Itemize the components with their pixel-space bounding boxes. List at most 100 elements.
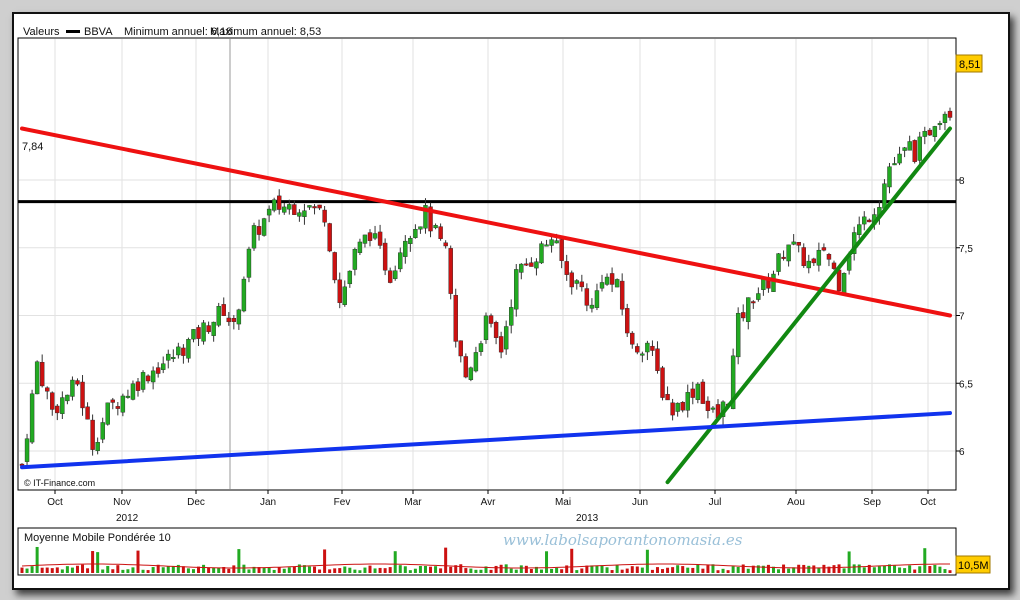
- volume-bar: [681, 566, 685, 573]
- candle-body: [524, 263, 529, 266]
- volume-bar: [434, 566, 438, 573]
- candle-body: [191, 329, 196, 340]
- candle-body: [166, 353, 171, 361]
- volume-bar: [943, 569, 947, 573]
- candle-body: [261, 218, 267, 236]
- x-tick-label: Mar: [404, 497, 422, 508]
- candle-body: [377, 231, 383, 246]
- candle-body: [887, 166, 892, 188]
- candle-body: [690, 388, 695, 398]
- candle-body: [372, 233, 378, 239]
- candle-body: [670, 402, 675, 416]
- volume-bar: [131, 567, 135, 573]
- volume-bar: [807, 565, 811, 573]
- candle-body: [95, 442, 100, 451]
- volume-bar: [423, 565, 427, 573]
- candle-body: [418, 226, 423, 230]
- candle-body: [216, 306, 221, 326]
- candle-body: [660, 367, 665, 398]
- volume-bar: [146, 570, 150, 573]
- volume-bar: [766, 564, 770, 573]
- header-values-label: Valeurs: [23, 26, 60, 38]
- candle-body: [640, 353, 645, 356]
- volume-bar: [575, 570, 579, 573]
- candle-body: [917, 136, 922, 161]
- candle-body: [559, 239, 564, 261]
- candle-body: [549, 239, 554, 246]
- volume-bar: [691, 567, 695, 573]
- volume-bar: [408, 570, 412, 573]
- volume-bar: [524, 565, 528, 573]
- candle-body: [771, 273, 776, 292]
- candle-body: [539, 243, 544, 264]
- candle-body: [201, 322, 206, 342]
- candle-body: [614, 279, 620, 288]
- x-tick-label: Jun: [632, 497, 648, 508]
- candle-body: [155, 367, 161, 374]
- volume-bar: [666, 567, 670, 573]
- volume-bar: [282, 568, 286, 573]
- volume-bar: [494, 565, 498, 573]
- volume-bar: [464, 568, 468, 573]
- volume-bar: [837, 564, 841, 573]
- volume-bar: [787, 568, 791, 573]
- y-tick-label: 6: [959, 447, 965, 458]
- volume-bar: [313, 566, 317, 573]
- candle-body: [836, 269, 842, 291]
- candle-body: [342, 286, 347, 305]
- candle-body: [317, 204, 322, 209]
- x-tick-label: Sep: [863, 497, 881, 508]
- volume-bar: [893, 565, 897, 573]
- candle-body: [741, 312, 746, 319]
- candle-body: [256, 226, 262, 235]
- candle-body: [529, 262, 534, 267]
- volume-bar: [832, 565, 836, 573]
- candle-body: [443, 242, 448, 247]
- volume-bar: [736, 567, 740, 573]
- candle-body: [34, 361, 40, 395]
- volume-bar: [40, 567, 44, 573]
- volume-bar: [378, 567, 382, 573]
- resistance-value-label: 7,84: [22, 141, 43, 153]
- volume-value-label: 10,5M: [958, 560, 989, 572]
- volume-bar: [186, 568, 190, 573]
- volume-bar: [429, 566, 433, 573]
- candle-body: [277, 195, 282, 210]
- volume-bar: [101, 569, 105, 573]
- volume-bar: [847, 551, 851, 573]
- candle-body: [39, 362, 45, 387]
- candle-body: [942, 113, 948, 123]
- candle-body: [186, 339, 191, 359]
- volume-bar: [111, 569, 115, 573]
- y-axis: 6 6,5 7 7,5 8: [956, 176, 973, 458]
- volume-bar: [287, 567, 291, 573]
- candle-body: [791, 241, 796, 245]
- x-tick-label: Dec: [187, 497, 205, 508]
- x-tick-label: Oct: [47, 497, 63, 508]
- volume-bar: [539, 569, 543, 573]
- candle-body: [408, 238, 413, 244]
- volume-bar: [106, 565, 110, 573]
- volume-bar: [277, 566, 281, 573]
- x-axis: Oct Nov Dec Jan Fev Mar Avr Mai Jun Jul Aou Sep Oct: [47, 490, 936, 508]
- volume-bar: [50, 568, 54, 573]
- candle-body: [393, 270, 398, 279]
- volume-bar: [948, 570, 952, 573]
- y-tick-label: 8: [959, 176, 965, 187]
- volume-bar: [913, 569, 917, 573]
- x-tick-label: Aou: [787, 497, 805, 508]
- volume-bar: [91, 551, 95, 573]
- candle-body: [503, 326, 509, 350]
- candle-body: [403, 240, 408, 257]
- candle-body: [458, 340, 463, 357]
- candle-body: [307, 205, 312, 208]
- candle-body: [801, 247, 806, 267]
- candle-body: [226, 317, 231, 323]
- candle-body: [902, 147, 907, 151]
- year-label-2012: 2012: [116, 513, 139, 524]
- candle-body: [130, 383, 136, 400]
- candle-body: [862, 216, 867, 225]
- candle-body: [811, 258, 817, 264]
- volume-bar: [852, 564, 856, 573]
- volume-bar: [227, 568, 231, 573]
